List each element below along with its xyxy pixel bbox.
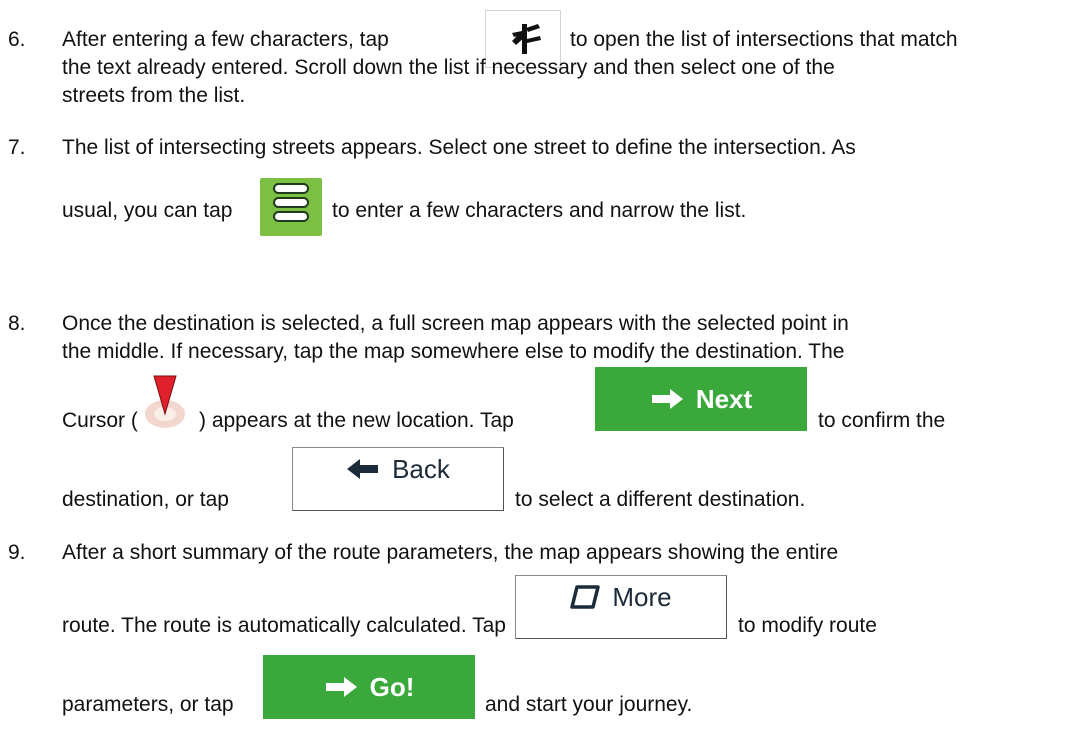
step-6-text-d: streets from the list. (62, 84, 246, 107)
step-7-text-c: to enter a few characters and narrow the… (332, 199, 747, 222)
go-button[interactable]: Go! (263, 655, 475, 719)
step-8-text-f: destination, or tap (62, 488, 229, 511)
more-button[interactable]: More (515, 575, 727, 639)
step-9-text-b: route. The route is automatically calcul… (62, 614, 506, 637)
go-label: Go! (369, 671, 415, 702)
next-button[interactable]: Next (595, 367, 807, 431)
step-9-text-e: and start your journey. (485, 693, 693, 716)
step-8-text-b: the middle. If necessary, tap the map so… (62, 340, 845, 363)
step-9-text-a: After a short summary of the route param… (62, 541, 839, 564)
step-6-text-b: to open the list of intersections that m… (570, 28, 958, 51)
step-7-text-a: The list of intersecting streets appears… (62, 136, 856, 159)
step-8-text-c: Cursor ( (62, 409, 138, 432)
step-9-text-c: to modify route (738, 614, 877, 637)
back-button[interactable]: Back (292, 447, 504, 511)
step-number: 7. (8, 136, 26, 159)
arrow-right-icon (651, 389, 683, 409)
list-menu-icon (273, 183, 309, 222)
arrow-right-icon (325, 677, 357, 697)
step-6-text-c: the text already entered. Scroll down th… (62, 56, 835, 79)
step-number: 9. (8, 541, 26, 564)
arrow-left-icon (347, 459, 379, 479)
step-8-text-e: to confirm the (818, 409, 946, 432)
step-9-text-d: parameters, or tap (62, 693, 234, 716)
more-label: More (612, 582, 672, 612)
step-8-text-a: Once the destination is selected, a full… (62, 312, 849, 335)
menu-button[interactable] (260, 178, 322, 236)
step-6-text-a: After entering a few characters, tap (62, 28, 389, 51)
cursor-pin-icon (139, 370, 191, 434)
step-8-text-d: ) appears at the new location. Tap (199, 409, 514, 432)
more-square-icon (570, 585, 601, 609)
step-number: 6. (8, 28, 26, 51)
back-label: Back (392, 454, 450, 484)
step-7-text-b: usual, you can tap (62, 199, 233, 222)
next-label: Next (695, 383, 753, 414)
step-number: 8. (8, 312, 26, 335)
step-8-text-g: to select a different destination. (515, 488, 806, 511)
